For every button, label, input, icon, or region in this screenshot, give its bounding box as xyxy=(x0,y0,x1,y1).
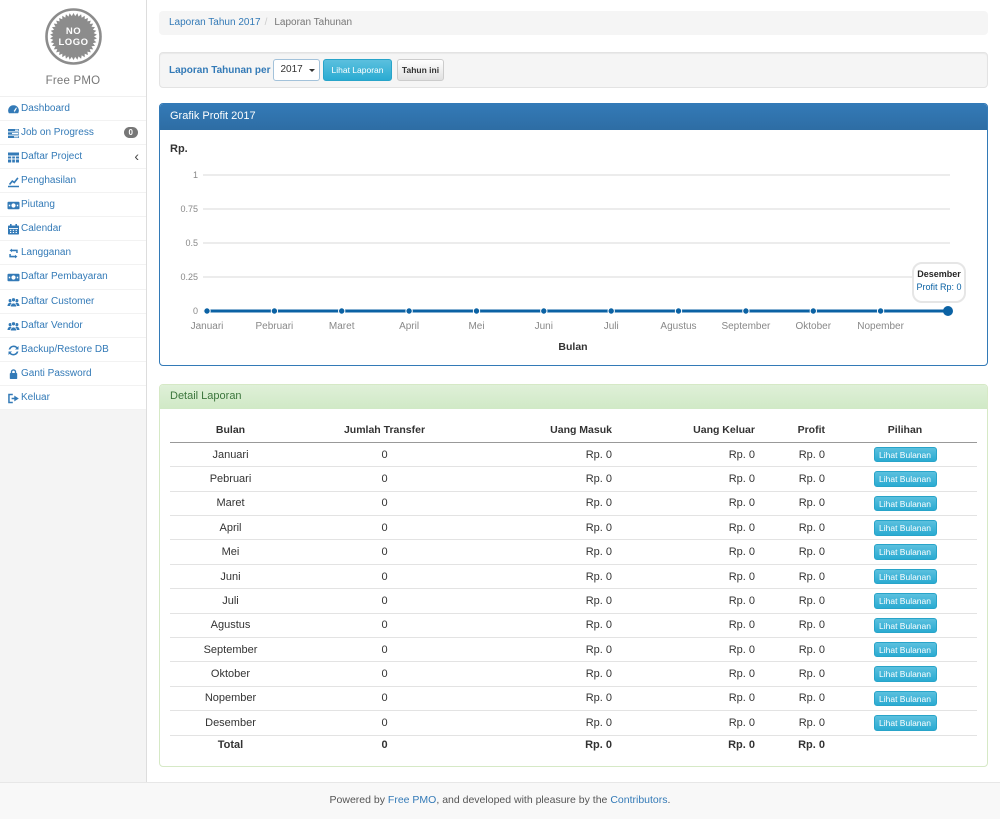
svg-text:Juni: Juni xyxy=(535,321,553,332)
svg-text:0.75: 0.75 xyxy=(180,204,198,214)
svg-text:0.5: 0.5 xyxy=(185,238,198,248)
svg-text:NO: NO xyxy=(65,26,80,37)
svg-text:Mei: Mei xyxy=(468,321,484,332)
svg-text:Nopember: Nopember xyxy=(857,321,904,332)
svg-text:Rp.: Rp. xyxy=(170,143,188,155)
svg-text:0.25: 0.25 xyxy=(180,272,198,282)
svg-text:Pebruari: Pebruari xyxy=(255,321,293,332)
svg-text:Oktober: Oktober xyxy=(796,321,832,332)
svg-text:Agustus: Agustus xyxy=(660,321,696,332)
svg-text:1: 1 xyxy=(193,170,198,180)
svg-text:Maret: Maret xyxy=(329,321,355,332)
svg-text:Bulan: Bulan xyxy=(558,341,587,353)
svg-text:Juli: Juli xyxy=(604,321,619,332)
svg-text:September: September xyxy=(721,321,771,332)
svg-text:0: 0 xyxy=(193,306,198,316)
svg-text:Januari: Januari xyxy=(191,321,224,332)
svg-text:LOGO: LOGO xyxy=(58,37,88,48)
svg-text:April: April xyxy=(399,321,419,332)
